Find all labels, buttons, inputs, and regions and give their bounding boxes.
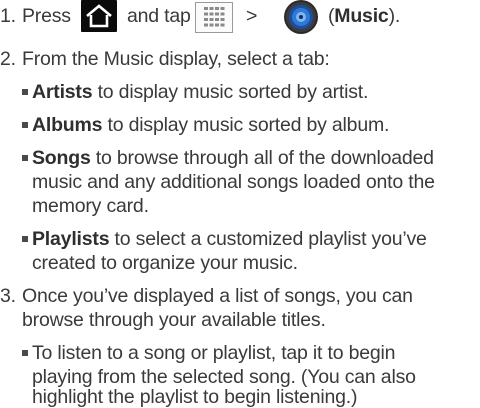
step-1-and-tap-text: and tap — [127, 5, 191, 27]
bullet-marker — [22, 349, 28, 356]
bullet-artists-text: to display music sorted by artist. — [92, 81, 369, 103]
step-1-press-text: Press — [22, 5, 71, 27]
bullet-albums-text: to display music sorted by album. — [102, 114, 390, 136]
bullet-songs-line-3: memory card. — [32, 195, 149, 217]
step-1-gt-text: > — [246, 5, 258, 27]
bullet-marker — [22, 154, 28, 161]
bullet-songs-line-2: music and any additional songs loaded on… — [32, 171, 435, 193]
bullet-playlists-text: to select a customized playlist you’ve — [109, 228, 427, 250]
step-3-intro-line-1: Once you’ve displayed a list of songs, y… — [22, 285, 413, 307]
bullet-listen-line-3: highlight the playlist to begin listenin… — [32, 386, 358, 408]
step-2-intro-text: From the Music display, select a tab: — [22, 48, 330, 70]
step-3-number: 3. — [0, 285, 16, 307]
bullet-playlists-label: Playlists — [32, 228, 110, 250]
bullet-songs: Songs to browse through all of the downl… — [22, 146, 434, 170]
apps-grid-icon — [195, 2, 233, 33]
instructions-document: 1. Press and tap > (Music). 2. From the … — [0, 0, 480, 408]
step-1: 1. Press and tap > (Music). — [0, 4, 400, 28]
bullet-artists: Artists to display music sorted by artis… — [22, 80, 368, 104]
bullet-playlists: Playlists to select a customized playlis… — [22, 227, 427, 251]
step-1-music-text: (Music). — [328, 5, 401, 27]
step-1-number: 1. — [0, 5, 16, 27]
bullet-marker — [22, 121, 28, 128]
bullet-marker — [22, 235, 28, 242]
bullet-listen-line-1: To listen to a song or playlist, tap it … — [32, 342, 396, 364]
step-2-intro: 2. From the Music display, select a tab: — [0, 47, 330, 71]
bullet-albums: Albums to display music sorted by album. — [22, 113, 389, 137]
bullet-playlists-line-2: created to organize your music. — [32, 252, 298, 274]
step-3-intro-line-2: browse through your available titles. — [22, 309, 326, 331]
step-3-intro: 3. Once you’ve displayed a list of songs… — [0, 284, 413, 308]
bullet-songs-text: to browse through all of the downloaded — [90, 147, 434, 169]
bullet-listen: To listen to a song or playlist, tap it … — [22, 341, 395, 365]
bullet-marker — [22, 88, 28, 95]
step-2-number: 2. — [0, 48, 16, 70]
bullet-artists-label: Artists — [32, 81, 93, 103]
home-icon — [81, 0, 117, 32]
bullet-songs-label: Songs — [32, 147, 91, 169]
bullet-albums-label: Albums — [32, 114, 103, 136]
music-app-icon — [284, 0, 318, 34]
